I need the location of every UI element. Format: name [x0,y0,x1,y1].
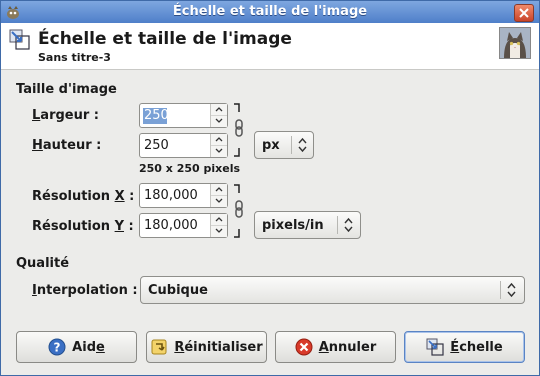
combo-separator [500,281,501,299]
resolution-y-spinbutton[interactable] [139,213,228,238]
dialog-heading: Échelle et taille de l'image [38,29,292,49]
scale-button-label: Échelle [450,339,503,355]
width-spin-arrows[interactable] [210,104,227,127]
chevron-up-icon [215,217,223,222]
height-spin-arrows[interactable] [210,134,227,157]
close-window-button[interactable] [514,4,534,22]
size-unit-value: px [262,138,280,153]
cat-thumbnail-icon [500,28,530,58]
height-decrement[interactable] [211,145,227,156]
chevron-down-icon [215,198,223,203]
height-input[interactable] [140,134,210,157]
quality-section-label: Qualité [16,256,70,271]
resolution-unit-value: pixels/in [262,218,324,233]
help-button[interactable]: ? Aide [16,331,137,363]
reset-icon [151,339,167,355]
help-button-label: Aide [72,339,105,355]
scale-button[interactable]: Échelle [404,331,525,363]
help-icon: ? [48,338,66,356]
svg-text:?: ? [54,341,61,355]
scale-icon [426,338,444,356]
height-spinbutton[interactable] [139,133,228,158]
cancel-button-label: Annuler [318,339,377,355]
resolution-y-decrement[interactable] [211,225,227,236]
scale-image-dialog: Échelle et taille de l'image Échelle et … [0,0,540,376]
resolution-x-spin-arrows[interactable] [210,184,227,207]
width-input[interactable] [140,104,210,127]
updown-arrows-icon [344,217,353,233]
resolution-unit-select[interactable]: pixels/in [254,211,361,239]
width-label: Largeur : [32,108,99,123]
width-decrement[interactable] [211,115,227,126]
resolution-x-input[interactable] [140,184,210,207]
combo-separator [291,136,292,154]
width-spinbutton[interactable] [139,103,228,128]
size-chain-link-icon[interactable] [232,102,244,158]
image-thumbnail [499,27,531,59]
interpolation-select[interactable]: Cubique [140,276,525,304]
reset-button[interactable]: Réinitialiser [146,331,267,363]
chevron-up-icon [215,137,223,142]
scale-tool-icon [9,29,30,50]
resolution-y-spin-arrows[interactable] [210,214,227,237]
cancel-icon [295,338,313,356]
updown-arrows-icon [298,137,307,153]
image-size-section-label: Taille d'image [16,82,117,97]
combo-separator [337,216,338,234]
resolution-x-label: Résolution X : [32,189,135,204]
cancel-button[interactable]: Annuler [275,331,396,363]
height-label: Hauteur : [32,138,102,153]
chevron-up-icon [215,187,223,192]
interpolation-value: Cubique [148,283,208,298]
chevron-up-icon [215,107,223,112]
resolution-x-spinbutton[interactable] [139,183,228,208]
reset-button-label: Réinitialiser [174,339,263,355]
resolution-y-input[interactable] [140,214,210,237]
pixel-summary: 250 x 250 pixels [139,162,241,175]
image-name: Sans titre-3 [38,51,111,64]
title-bar[interactable]: Échelle et taille de l'image [1,1,539,23]
resolution-y-label: Résolution Y : [32,219,134,234]
size-unit-select[interactable]: px [254,131,314,159]
updown-arrows-icon [507,282,516,298]
chevron-down-icon [215,228,223,233]
close-icon [519,8,529,18]
resolution-chain-link-icon[interactable] [232,183,244,239]
chevron-down-icon [215,148,223,153]
chevron-down-icon [215,118,223,123]
window-title: Échelle et taille de l'image [172,4,368,19]
interpolation-label: Interpolation : [32,283,138,298]
dialog-header: Échelle et taille de l'image Sans titre-… [1,23,539,70]
resolution-x-decrement[interactable] [211,195,227,206]
